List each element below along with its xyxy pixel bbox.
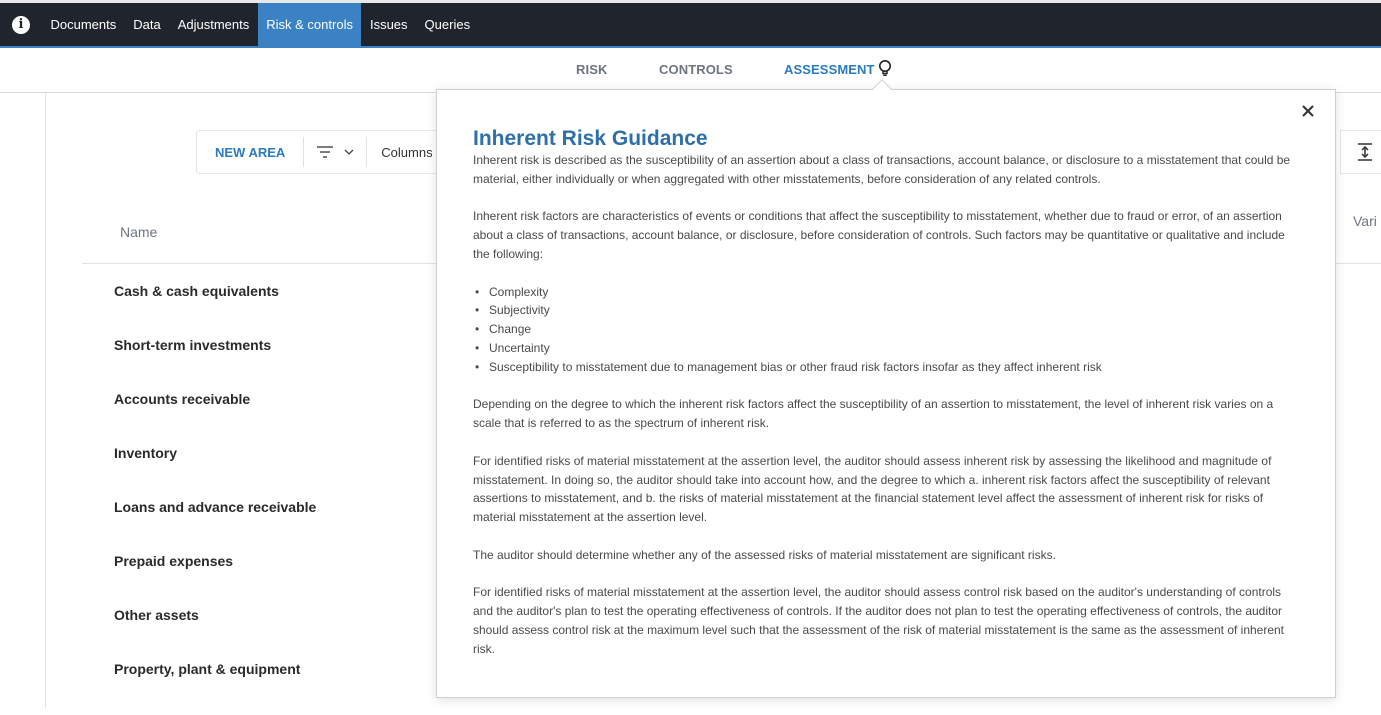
table-row[interactable]: Loans and advance receivable: [114, 499, 316, 553]
nav-item-adjustments[interactable]: Adjustments: [169, 3, 258, 46]
popover-title: Inherent Risk Guidance: [473, 127, 708, 150]
nav-item-documents[interactable]: Documents: [42, 3, 125, 46]
table-row[interactable]: Inventory: [114, 445, 316, 499]
column-header-name[interactable]: Name: [120, 224, 157, 240]
list-item: Complexity: [473, 283, 1303, 302]
table-body: Cash & cash equivalents Short-term inves…: [114, 283, 316, 715]
table-row[interactable]: Cash & cash equivalents: [114, 283, 316, 337]
table-row[interactable]: Short-term investments: [114, 337, 316, 391]
list-item: Subjectivity: [473, 301, 1303, 320]
guidance-paragraph: For identified risks of material misstat…: [473, 453, 1272, 525]
close-button[interactable]: [1299, 102, 1317, 120]
sub-tabs: RISK CONTROLS ASSESSMENT: [0, 48, 1381, 93]
table-row[interactable]: Property, plant & equipment: [114, 661, 316, 715]
top-navigation: i Documents Data Adjustments Risk & cont…: [0, 0, 1381, 48]
guidance-paragraph: For identified risks of material misstat…: [473, 585, 1285, 656]
column-header-variance[interactable]: Vari: [1353, 213, 1377, 229]
nav-item-data[interactable]: Data: [125, 3, 169, 46]
risk-factors-list: Complexity Subjectivity Change Uncertain…: [473, 283, 1303, 377]
nav-item-risk-controls[interactable]: Risk & controls: [257, 3, 362, 46]
table-row[interactable]: Prepaid expenses: [114, 553, 316, 607]
nav-item-queries[interactable]: Queries: [416, 3, 479, 46]
list-item: Susceptibility to misstatement due to ma…: [473, 358, 1303, 377]
expand-vertical-icon: [1358, 143, 1372, 161]
filter-dropdown[interactable]: [304, 145, 366, 159]
list-item: Uncertainty: [473, 339, 1303, 358]
row-height-button[interactable]: [1340, 130, 1381, 174]
chevron-down-icon: [344, 149, 354, 155]
tab-assessment[interactable]: ASSESSMENT: [784, 62, 875, 77]
nav-item-issues[interactable]: Issues: [361, 3, 416, 46]
table-row[interactable]: Other assets: [114, 607, 316, 661]
left-gutter-divider: [45, 93, 46, 708]
table-row[interactable]: Accounts receivable: [114, 391, 316, 445]
tab-risk[interactable]: RISK: [576, 62, 607, 77]
new-area-button[interactable]: NEW AREA: [197, 145, 303, 160]
guidance-paragraph: Depending on the degree to which the inh…: [473, 397, 1274, 431]
columns-dropdown[interactable]: Columns: [367, 145, 432, 160]
lightbulb-icon[interactable]: [877, 59, 893, 79]
guidance-paragraph: The auditor should determine whether any…: [473, 547, 1056, 562]
tab-controls[interactable]: CONTROLS: [659, 62, 733, 77]
filter-icon: [317, 146, 334, 158]
header-divider: [1335, 263, 1381, 264]
popover-body: Inherent risk is described as the suscep…: [473, 151, 1303, 677]
close-icon: [1302, 105, 1314, 117]
table-toolbar: NEW AREA Columns: [196, 130, 456, 174]
inherent-risk-guidance-popover: Inherent Risk Guidance Inherent risk is …: [436, 89, 1336, 698]
list-item: Change: [473, 320, 1303, 339]
header-divider: [82, 263, 438, 264]
guidance-paragraph: Inherent risk is described as the suscep…: [473, 153, 1291, 186]
guidance-paragraph: Inherent risk factors are characteristic…: [473, 209, 1285, 261]
info-icon[interactable]: i: [0, 3, 42, 46]
